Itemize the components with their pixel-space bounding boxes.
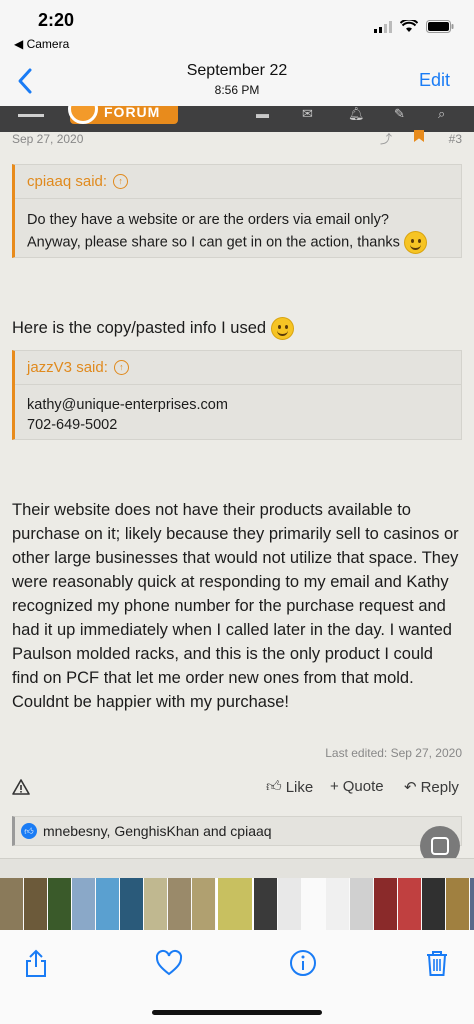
like-label: Like [285, 778, 314, 796]
quote-block: jazzV3 said: ↑ kathy@unique-enterprises.… [12, 350, 462, 440]
nav-title: September 22 [186, 62, 288, 79]
pencil-icon[interactable]: ✎ [394, 106, 405, 122]
quote-header[interactable]: cpiaaq said: ↑ [15, 165, 461, 199]
info-icon[interactable] [288, 948, 318, 978]
quote-body: Do they have a website or are the orders… [15, 199, 461, 262]
inbox-icon[interactable]: ✉ [302, 106, 313, 122]
photo-thumbnail[interactable] [24, 878, 48, 930]
photo-thumbnail[interactable] [278, 878, 302, 930]
quote-button[interactable]: + Quote [330, 778, 384, 795]
quote-header[interactable]: jazzV3 said: ↑ [15, 351, 461, 385]
reply-icon: ↶ [404, 779, 417, 796]
heart-icon[interactable] [154, 948, 184, 978]
photo-thumbnail[interactable] [374, 878, 398, 930]
status-bar: 2:20 ◀ Camera [0, 0, 474, 56]
photo-thumbnail[interactable] [48, 878, 72, 930]
photo-thumbnail[interactable] [350, 878, 374, 930]
photo-nav-bar: September 22 8:56 PM Edit [0, 56, 474, 106]
reactions-bar[interactable]: 👍︎ mnebesny, GenghisKhan and cpiaaq [12, 816, 462, 846]
photo-thumbnail[interactable] [398, 878, 422, 930]
quote-block: cpiaaq said: ↑ Do they have a website or… [12, 164, 462, 258]
search-icon[interactable]: ⌕ [438, 106, 445, 122]
post-number[interactable]: #3 [449, 132, 462, 146]
quote-label: Quote [342, 778, 384, 795]
wifi-icon [400, 20, 418, 32]
photo-thumbnail[interactable] [326, 878, 350, 930]
email-text: kathy@unique-enterprises.com [27, 397, 228, 413]
photo-toolbar [0, 930, 474, 1024]
jump-up-icon[interactable]: ↑ [113, 360, 129, 375]
photo-thumbnail[interactable] [254, 878, 278, 930]
messages-icon[interactable]: ▬ [256, 106, 269, 121]
share-icon[interactable] [21, 948, 51, 978]
post-meta: Sep 27, 2020 ⤴ #3 [12, 130, 462, 147]
quote-line: Do they have a website or are the orders… [27, 212, 389, 228]
bell-icon[interactable]: 🔔︎ [348, 106, 365, 122]
quote-body: kathy@unique-enterprises.com 702-649-500… [15, 385, 461, 443]
reply-label: Reply [420, 778, 459, 796]
status-icons [374, 20, 454, 33]
post-intro: Here is the copy/pasted info I used [12, 316, 464, 341]
like-reaction-icon: 👍︎ [21, 823, 37, 839]
forum-header: FORUM ▬ ✉ 🔔︎ ✎ ⌕ [0, 106, 474, 132]
photo-thumbnail[interactable] [302, 878, 326, 930]
jump-up-icon[interactable]: ↑ [113, 174, 129, 189]
photo-thumbnail[interactable] [216, 878, 254, 930]
photo-thumbnail[interactable] [96, 878, 120, 930]
post-body: Their website does not have their produc… [12, 501, 459, 711]
photo-thumbnail[interactable] [144, 878, 168, 930]
last-edited: Last edited: Sep 27, 2020 [325, 746, 462, 760]
phone-text: 702-649-5002 [27, 417, 118, 433]
photo-thumbnail[interactable] [192, 878, 216, 930]
battery-icon [426, 20, 454, 33]
share-icon[interactable]: ⤴ [380, 130, 392, 147]
back-to-app-link[interactable]: ◀ Camera [14, 37, 69, 51]
trash-icon[interactable] [422, 948, 452, 978]
photo-thumbnail[interactable] [470, 878, 474, 930]
intro-text: Here is the copy/pasted info I used [12, 319, 267, 337]
plus-icon: + [330, 778, 339, 795]
home-indicator[interactable] [152, 1010, 322, 1015]
quote-line-with-emoji: Anyway, please share so I can get in on … [27, 231, 449, 254]
status-time: 2:20 [38, 10, 75, 30]
photo-thumbnail[interactable] [422, 878, 446, 930]
photo-thumbnail-strip[interactable] [0, 878, 474, 930]
report-warning-icon[interactable] [12, 778, 30, 796]
likes-list[interactable]: mnebesny, GenghisKhan and cpiaaq [43, 817, 272, 845]
quote-author[interactable]: jazzV3 said: [27, 351, 108, 385]
photo-thumbnail[interactable] [72, 878, 96, 930]
menu-icon[interactable] [18, 108, 44, 118]
photo-thumbnail[interactable] [168, 878, 192, 930]
nav-subtitle: 8:56 PM [214, 83, 260, 97]
text-scan-icon [431, 837, 449, 855]
quote-author[interactable]: cpiaaq said: [27, 165, 107, 199]
smiley-icon [270, 317, 294, 341]
content-divider [0, 858, 474, 878]
quote-line: Anyway, please share so I can get in on … [27, 234, 400, 251]
photo-thumbnail[interactable] [120, 878, 144, 930]
post-date: Sep 27, 2020 [12, 132, 84, 146]
like-button[interactable]: 👍︎ Like [266, 778, 313, 796]
smiley-icon [403, 231, 427, 254]
edit-button[interactable]: Edit [419, 70, 450, 91]
thumbs-up-icon: 👍︎ [266, 778, 282, 795]
post-actions: 👍︎ Like + Quote ↶ Reply [12, 778, 462, 802]
photo-thumbnail[interactable] [446, 878, 470, 930]
photo-thumbnail[interactable] [0, 878, 24, 930]
signal-icon [374, 20, 392, 33]
bookmark-icon[interactable] [414, 130, 424, 142]
reply-button[interactable]: ↶ Reply [404, 778, 459, 797]
